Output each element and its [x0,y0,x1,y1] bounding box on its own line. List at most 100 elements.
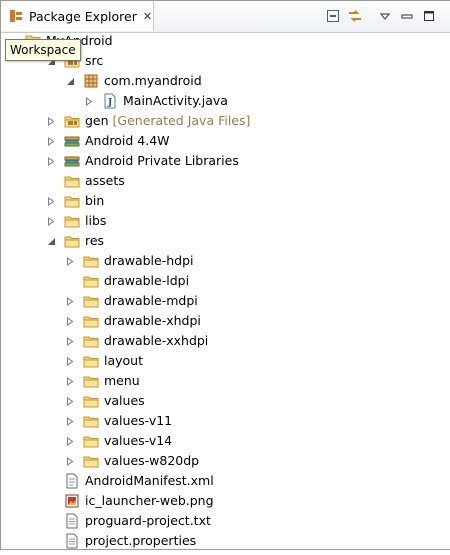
collapsed-arrow-icon[interactable] [45,151,57,171]
tree-item-label: drawable-xxhdpi [104,333,209,348]
library-icon [64,153,80,169]
tree-item-gen[interactable]: gen [Generated Java Files] [1,111,450,131]
collapsed-arrow-icon[interactable] [64,391,76,411]
folder-icon [83,433,99,449]
folder-icon [83,393,99,409]
tree-item-drawable-xhdpi[interactable]: drawable-xhdpi [1,311,450,331]
tree-item-menu[interactable]: menu [1,371,450,391]
tree-item-libs[interactable]: libs [1,211,450,231]
folder-icon [64,213,80,229]
collapse-all-icon[interactable] [324,7,342,25]
text-file-icon [64,533,80,549]
tree-item-label: com.myandroid [104,73,202,88]
tree-item-android-private-libraries[interactable]: Android Private Libraries [1,151,450,171]
package-explorer-icon [10,10,22,22]
package-icon [83,73,99,89]
tree-item-label: layout [104,353,144,368]
folder-icon [83,253,99,269]
tree-item-label: AndroidManifest.xml [85,473,214,488]
tree-item-bin[interactable]: bin [1,191,450,211]
collapsed-arrow-icon[interactable] [83,91,95,111]
tree-item-androidmanifest-xml[interactable]: AndroidManifest.xml [1,471,450,491]
tree-item-values-v14[interactable]: values-v14 [1,431,450,451]
tree-item-label: MainActivity.java [123,93,228,108]
tree-item-ic-launcher-web-png[interactable]: ic_launcher-web.png [1,491,450,511]
tree-item-label: drawable-hdpi [104,253,194,268]
tree-item-label: res [85,233,105,248]
expanded-arrow-icon[interactable] [64,71,76,91]
tree-item-label: bin [85,193,105,208]
tree-item-assets[interactable]: assets [1,171,450,191]
folder-icon [83,333,99,349]
collapsed-arrow-icon[interactable] [45,111,57,131]
tree-item-label: Android Private Libraries [85,153,239,168]
tree-item-label: values-v14 [104,433,173,448]
collapsed-arrow-icon[interactable] [64,331,76,351]
tooltip: Workspace [5,39,81,61]
tree-item-layout[interactable]: layout [1,351,450,371]
folder-icon [83,313,99,329]
tree-item-com-myandroid[interactable]: com.myandroid [1,71,450,91]
view-menu-icon[interactable] [376,7,394,25]
tree-item-res[interactable]: res [1,231,450,251]
java-file-icon: J [102,93,118,109]
maximize-icon[interactable] [420,7,438,25]
tree-item-project-properties[interactable]: project.properties [1,531,450,551]
expanded-arrow-icon[interactable] [45,231,57,251]
tree-item-label: libs [85,213,107,228]
collapsed-arrow-icon[interactable] [64,291,76,311]
folder-icon [83,373,99,389]
tree-item-label: Android 4.4W [85,133,170,148]
close-icon[interactable]: ✕ [143,10,152,23]
tree-item-mainactivity-java[interactable]: J MainActivity.java [1,91,450,111]
view-tab-bar: Package Explorer ✕ [1,1,450,33]
tree-item-proguard-project-txt[interactable]: proguard-project.txt [1,511,450,531]
tree-item-drawable-ldpi[interactable]: drawable-ldpi [1,271,450,291]
collapsed-arrow-icon[interactable] [45,191,57,211]
collapsed-arrow-icon[interactable] [45,131,57,151]
link-with-editor-icon[interactable] [346,7,364,25]
folder-icon [83,453,99,469]
collapsed-arrow-icon[interactable] [64,371,76,391]
tree-item-decoration: [Generated Java Files] [108,113,251,128]
source-folder-icon [64,113,80,129]
tree-item-label: drawable-mdpi [104,293,198,308]
tab-package-explorer[interactable]: Package Explorer ✕ [1,1,154,31]
tree-item-label: values-v11 [104,413,173,428]
tree-item-label: menu [104,373,140,388]
collapsed-arrow-icon[interactable] [64,351,76,371]
collapsed-arrow-icon[interactable] [64,251,76,271]
tree-item-values-v11[interactable]: values-v11 [1,411,450,431]
tree-item-values-w820dp[interactable]: values-w820dp [1,451,450,471]
minimize-icon[interactable] [398,7,416,25]
folder-icon [64,193,80,209]
tree-item-label: ic_launcher-web.png [85,493,214,508]
tree-item-label: drawable-xhdpi [104,313,201,328]
tree-item-android-4-4w[interactable]: Android 4.4W [1,131,450,151]
folder-icon [83,293,99,309]
tree-item-label: gen [Generated Java Files] [85,113,251,128]
tree-item-drawable-hdpi[interactable]: drawable-hdpi [1,251,450,271]
collapsed-arrow-icon[interactable] [64,431,76,451]
collapsed-arrow-icon[interactable] [64,411,76,431]
tree-item-drawable-mdpi[interactable]: drawable-mdpi [1,291,450,311]
tree-item-label: values-w820dp [104,453,200,468]
tree-item-label: src [85,53,104,68]
tree-item-label: assets [85,173,125,188]
library-icon [64,133,80,149]
tab-label: Package Explorer [29,8,137,24]
tree-item-drawable-xxhdpi[interactable]: drawable-xxhdpi [1,331,450,351]
xml-file-icon [64,473,80,489]
package-explorer-view: Package Explorer ✕ MyAndroidsrccom.myand… [0,0,450,550]
tree-item-label: values [104,393,145,408]
collapsed-arrow-icon[interactable] [64,451,76,471]
tree-item-label: project.properties [85,533,197,548]
collapsed-arrow-icon[interactable] [64,311,76,331]
tree-item-label: proguard-project.txt [85,513,211,528]
collapsed-arrow-icon[interactable] [45,211,57,231]
tree-item-values[interactable]: values [1,391,450,411]
folder-icon [83,353,99,369]
folder-icon [83,413,99,429]
folder-icon [64,233,80,249]
text-file-icon [64,513,80,529]
